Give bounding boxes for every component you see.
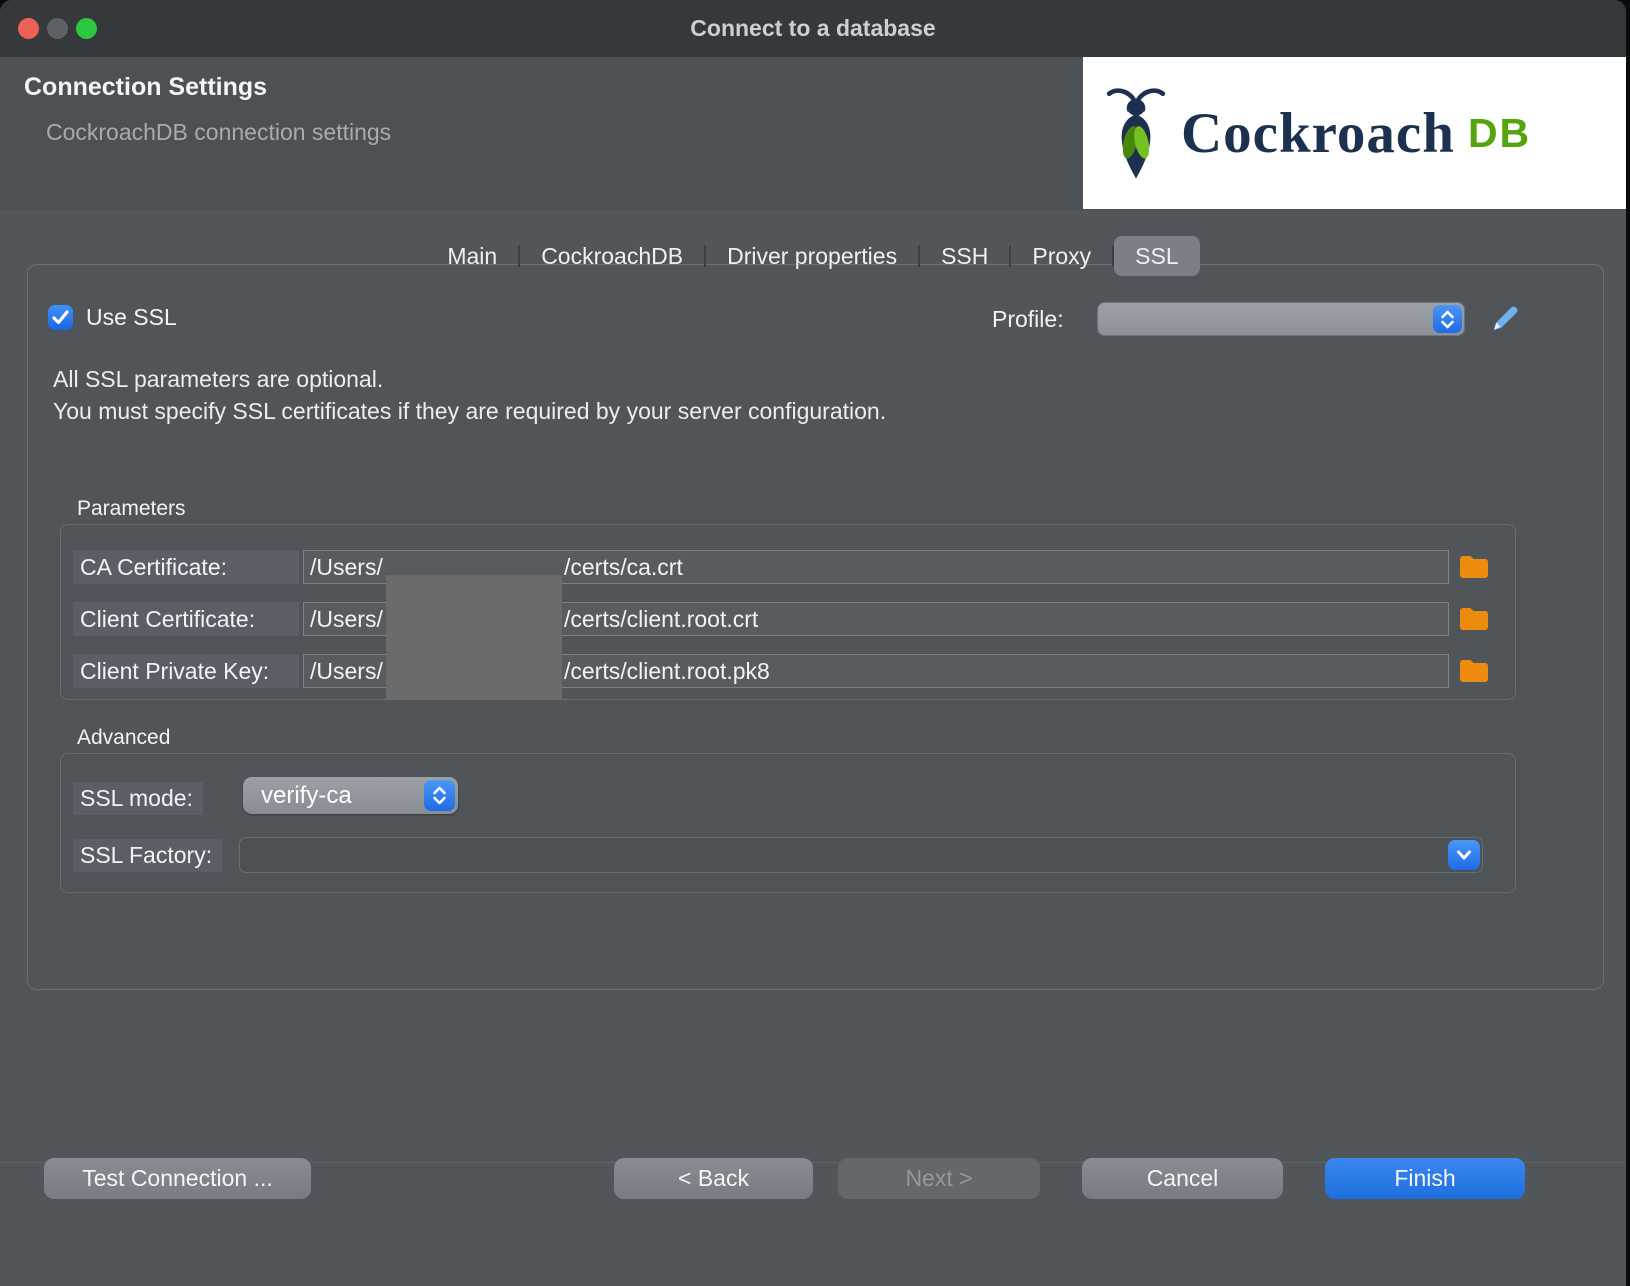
ca-certificate-label: CA Certificate: bbox=[73, 550, 299, 584]
client-certificate-browse-button[interactable] bbox=[1459, 605, 1489, 633]
logo-wordmark: Cockroach bbox=[1181, 101, 1455, 166]
cockroachdb-logo: Cockroach DB bbox=[1083, 57, 1626, 209]
folder-icon bbox=[1459, 553, 1489, 581]
edit-profile-pencil-icon[interactable] bbox=[1492, 304, 1520, 332]
check-icon bbox=[52, 310, 69, 325]
tab-ssh[interactable]: SSH bbox=[920, 236, 1009, 276]
tab-bar: Main CockroachDB Driver properties SSH P… bbox=[0, 236, 1626, 276]
page-subtitle: CockroachDB connection settings bbox=[46, 119, 391, 146]
parameters-group-box: CA Certificate: /Users/ /certs/ca.crt Cl… bbox=[60, 524, 1516, 700]
title-bar: Connect to a database bbox=[0, 0, 1626, 57]
tab-cockroachdb[interactable]: CockroachDB bbox=[520, 236, 704, 276]
up-down-chevrons-icon bbox=[424, 780, 455, 811]
client-certificate-label: Client Certificate: bbox=[73, 602, 299, 636]
page-title: Connection Settings bbox=[24, 73, 267, 102]
profile-label: Profile: bbox=[992, 306, 1064, 333]
ssl-mode-value: verify-ca bbox=[261, 777, 352, 814]
finish-button[interactable]: Finish bbox=[1325, 1158, 1525, 1199]
connect-dialog-window: Connect to a database Connection Setting… bbox=[0, 0, 1626, 1286]
folder-icon bbox=[1459, 605, 1489, 633]
use-ssl-checkbox[interactable] bbox=[48, 305, 73, 330]
ca-certificate-browse-button[interactable] bbox=[1459, 553, 1489, 581]
cockroach-bug-icon bbox=[1105, 81, 1167, 185]
folder-icon bbox=[1459, 657, 1489, 685]
dialog-body: Main CockroachDB Driver properties SSH P… bbox=[0, 210, 1626, 1286]
username-redaction-overlay bbox=[386, 575, 562, 699]
ssl-factory-dropdown-button[interactable] bbox=[1448, 840, 1480, 870]
chevron-down-icon bbox=[1456, 849, 1472, 861]
path-prefix: /Users/ bbox=[310, 655, 383, 687]
close-window-icon[interactable] bbox=[18, 18, 39, 39]
profile-select[interactable] bbox=[1097, 302, 1465, 336]
path-suffix: /certs/ca.crt bbox=[564, 551, 683, 583]
cancel-button[interactable]: Cancel bbox=[1082, 1158, 1283, 1199]
client-private-key-label: Client Private Key: bbox=[73, 654, 299, 688]
path-suffix: /certs/client.root.pk8 bbox=[564, 655, 770, 687]
ssl-factory-combo[interactable] bbox=[239, 837, 1483, 873]
dialog-header: Connection Settings CockroachDB connecti… bbox=[0, 57, 1626, 210]
minimize-window-icon[interactable] bbox=[47, 18, 68, 39]
zoom-window-icon[interactable] bbox=[76, 18, 97, 39]
tab-driver-properties[interactable]: Driver properties bbox=[706, 236, 918, 276]
ssl-mode-select[interactable]: verify-ca bbox=[243, 777, 458, 814]
up-down-chevrons-icon bbox=[1433, 305, 1462, 333]
ssl-factory-label: SSL Factory: bbox=[73, 839, 222, 872]
ssl-info-line-1: All SSL parameters are optional. bbox=[53, 366, 383, 393]
client-private-key-browse-button[interactable] bbox=[1459, 657, 1489, 685]
ssl-mode-label: SSL mode: bbox=[73, 782, 203, 815]
tab-ssl[interactable]: SSL bbox=[1114, 236, 1199, 276]
test-connection-button[interactable]: Test Connection ... bbox=[44, 1158, 311, 1199]
back-button[interactable]: < Back bbox=[614, 1158, 813, 1199]
path-prefix: /Users/ bbox=[310, 551, 383, 583]
tab-main[interactable]: Main bbox=[426, 236, 518, 276]
next-button: Next > bbox=[838, 1158, 1040, 1199]
advanced-group-box: SSL mode: verify-ca SSL Factory: bbox=[60, 753, 1516, 893]
advanced-group-label: Advanced bbox=[77, 726, 170, 750]
ssl-info-line-2: You must specify SSL certificates if the… bbox=[53, 398, 886, 425]
logo-suffix: DB bbox=[1468, 110, 1531, 157]
path-prefix: /Users/ bbox=[310, 603, 383, 635]
use-ssl-label: Use SSL bbox=[86, 304, 177, 330]
window-title: Connect to a database bbox=[0, 0, 1626, 57]
tab-proxy[interactable]: Proxy bbox=[1011, 236, 1112, 276]
path-suffix: /certs/client.root.crt bbox=[564, 603, 758, 635]
parameters-group-label: Parameters bbox=[77, 497, 186, 521]
